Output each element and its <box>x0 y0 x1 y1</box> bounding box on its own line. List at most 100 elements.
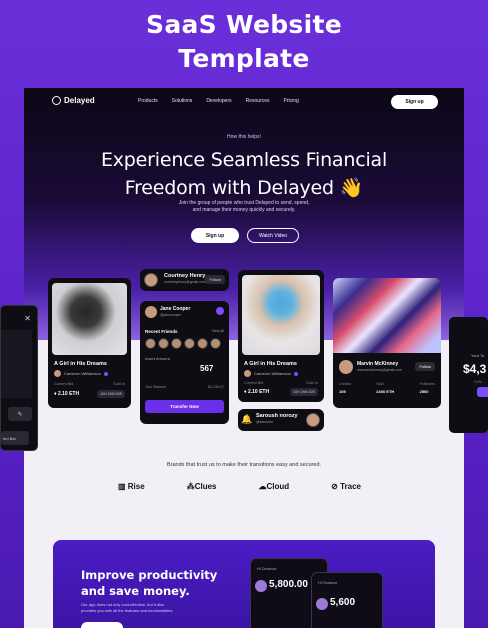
follow-popup-courtney: Courtney Henry courtneyhenry@gmail.com F… <box>140 269 229 291</box>
website-preview: Delayed Products Solutions Developers Re… <box>24 88 464 628</box>
stat-value: 105 <box>339 389 346 394</box>
owner-name: Cameron Williamson <box>254 371 291 376</box>
nft-card-2[interactable]: A Girl in His Dreams Cameron Williamson … <box>238 270 324 402</box>
promo-title-line1: SaaS Website <box>146 10 342 39</box>
stat-label: Creator <box>339 382 351 386</box>
verified-icon <box>293 371 298 376</box>
avatar <box>145 306 157 318</box>
brand-trace-logo: ⊘ Trace <box>331 482 361 491</box>
follow-button[interactable]: Follow <box>205 275 225 284</box>
nft-meta: Current Bid Sold In <box>244 381 318 385</box>
nft-price: ♦ 2.10 ETH <box>244 389 269 395</box>
panel-sub: +14% ... <box>473 380 486 384</box>
nft-meta: Current Bid Sold In <box>54 382 125 386</box>
balance-value: $4,238.07 <box>208 385 224 389</box>
owner-name: Cameron Williamson <box>64 371 101 376</box>
productivity-section: Improve productivity and save money. Our… <box>53 540 435 628</box>
nav-link-pricing[interactable]: Pricing <box>284 98 299 104</box>
transfer-card: Jane Cooper @janecooper Recent Friends V… <box>140 301 229 424</box>
hero-eyebrow: How this helps! <box>227 134 261 140</box>
hero-title-line1: Experience Seamless Financial <box>100 149 388 171</box>
price-value: 2.10 ETH <box>247 389 270 395</box>
brand-logos: ▥ Rise ⁂Clues ☁Cloud ⊘ Trace <box>118 482 361 491</box>
nav-links: Products Solutions Developers Resources … <box>138 98 299 104</box>
panel-value: $4,3 <box>463 362 487 376</box>
panel-content <box>1 330 32 398</box>
owner-avatar <box>244 370 251 377</box>
bell-icon: 🔔 <box>241 414 253 424</box>
bid-label: Current Bid <box>244 381 264 385</box>
bid-label: Current Bid <box>54 382 74 386</box>
nft-time: 10H 24M 20S <box>290 388 318 396</box>
promo-title-line2: Template <box>178 44 310 73</box>
transfer-user-name: Jane Cooper <box>160 306 191 312</box>
brands-caption: Brands that trust us to make their trans… <box>166 462 322 468</box>
nft-title: A Girl in His Dreams <box>244 361 297 367</box>
avatar <box>316 598 328 610</box>
phone-balance: 5,600 <box>330 597 356 608</box>
avatar <box>255 580 267 592</box>
verified-icon <box>103 371 108 376</box>
edit-icon[interactable]: ✎ <box>8 407 32 421</box>
nav-link-products[interactable]: Products <box>138 98 158 104</box>
amount-input[interactable]: 567 <box>200 364 213 373</box>
friend-avatar[interactable] <box>171 338 182 349</box>
wave-icon: 👋 <box>339 177 364 199</box>
brand-rise-logo: ▥ Rise <box>118 482 145 491</box>
avatar <box>144 273 158 287</box>
avatar <box>339 360 353 374</box>
section-sub-line1: Our app does not only cost-effective, bu… <box>81 602 165 607</box>
panel-tag[interactable]: ted Bar <box>1 431 29 445</box>
friend-avatar[interactable] <box>210 338 221 349</box>
left-partial-panel: ✕ ✎ ted Bar <box>0 305 38 451</box>
profile-name: Marvin McKinney <box>357 361 399 367</box>
friend-avatar[interactable] <box>158 338 169 349</box>
popup-name: Courtney Henry <box>164 273 206 279</box>
brand-clues-logo: ⁂Clues <box>186 482 217 491</box>
nft-image <box>52 283 127 355</box>
nft-price: ♦ 2.10 ETH <box>54 391 79 397</box>
popup-email: courtneyhenry@gmail.com <box>164 280 206 284</box>
transfer-user-handle: @janecooper <box>160 313 181 317</box>
profile-email: marvinmckinney@gmail.com <box>357 368 402 372</box>
price-value: 2.10 ETH <box>57 391 80 397</box>
section-cta-button[interactable] <box>81 622 123 628</box>
friend-avatar[interactable] <box>197 338 208 349</box>
friend-avatar[interactable] <box>184 338 195 349</box>
view-all-link[interactable]: View All <box>212 329 224 333</box>
follow-button[interactable]: Follow <box>415 362 435 371</box>
phone-mockup-2: Hi Ctownce 5,600 <box>311 572 383 628</box>
logo[interactable]: Delayed <box>52 96 95 105</box>
phone-balance: 5,800.00 <box>269 579 308 590</box>
panel-button[interactable] <box>477 387 488 397</box>
stat-value: 2500 <box>419 389 429 394</box>
phone-greeting: Hi Ctownce <box>257 567 277 571</box>
nft-card-1[interactable]: A Girl in His Dreams Cameron Williamson … <box>48 278 131 408</box>
insert-amount-label: Insert Amount <box>145 356 170 361</box>
nft-owner: Cameron Williamson <box>54 370 108 377</box>
section-sub-line2: provides you with all the features and f… <box>81 608 174 613</box>
stat-creator: Creator 105 <box>339 382 351 394</box>
friend-avatar[interactable] <box>145 338 156 349</box>
close-icon[interactable]: ✕ <box>24 314 31 323</box>
nav-link-developers[interactable]: Developers <box>206 98 231 104</box>
nav-link-solutions[interactable]: Solutions <box>172 98 193 104</box>
stat-followers: Followers 2500 <box>420 382 435 394</box>
avatar <box>306 413 320 427</box>
top-nav: Delayed Products Solutions Developers Re… <box>24 95 464 109</box>
eth-icon: ♦ <box>54 391 57 397</box>
brand-cloud-logo: ☁Cloud <box>258 482 290 491</box>
watch-video-button[interactable]: Watch Video <box>247 228 299 243</box>
stat-sold: Sold 2400 ETH <box>376 382 394 394</box>
nav-signup-button[interactable]: Sign up <box>391 95 438 109</box>
logo-text: Delayed <box>64 96 95 105</box>
profile-stats: Creator 105 Sold 2400 ETH Followers 2500 <box>339 382 435 394</box>
nav-link-resources[interactable]: Resources <box>246 98 270 104</box>
recent-friends-label: Recent Friends <box>145 329 178 334</box>
transfer-now-button[interactable]: Transfer Now <box>145 400 224 413</box>
hero-subtitle-line2: and manage their money quickly and secur… <box>192 207 296 213</box>
phone-greeting: Hi Ctownce <box>318 581 338 585</box>
hero-subtitle-line1: Join the group of people who trust Delay… <box>178 200 310 206</box>
nft-owner: Cameron Williamson <box>244 370 298 377</box>
hero-signup-button[interactable]: Sign up <box>191 228 239 243</box>
